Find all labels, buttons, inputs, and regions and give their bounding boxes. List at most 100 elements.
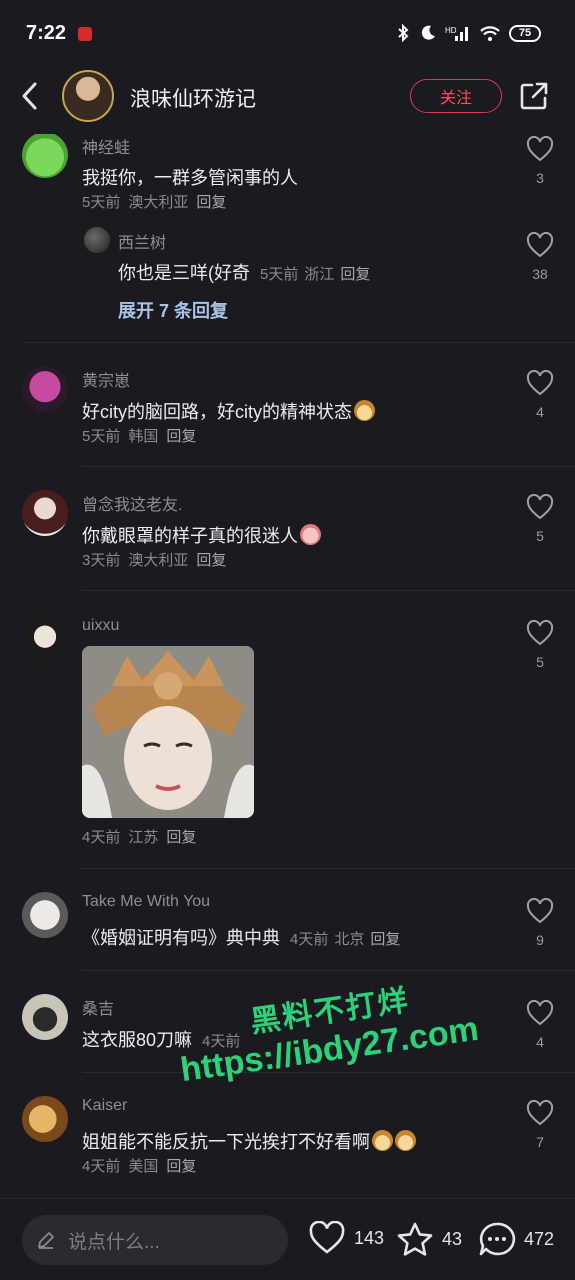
comment-meta: 5天前 澳大利亚 回复 [82,191,234,212]
heart-icon[interactable] [526,136,554,162]
dog-emoji-icon [372,1130,393,1151]
reply-button[interactable]: 回复 [196,194,226,211]
like-count: 9 [536,932,544,948]
peach-emoji-icon [300,524,321,545]
user-avatar[interactable] [22,994,68,1040]
like-count: 4 [536,1034,544,1050]
reply-text: 你也是三咩(好奇 5天前 浙江 回复 [118,259,370,285]
comment-item: Kaiser 姐姐能不能反抗一下光挨打不好看啊 4天前 美国 回复 7 [0,1094,575,1194]
header: 浪味仙环游记 关注 [0,68,575,134]
comment-time: 4天前 [202,1033,241,1050]
heart-icon[interactable] [526,1100,554,1126]
comment-meta: 4天前 江苏 回复 [82,826,204,847]
reply-button[interactable]: 回复 [196,552,226,569]
comment-input-placeholder: 说点什么... [68,1231,160,1253]
heart-icon[interactable] [526,898,554,924]
heart-icon[interactable] [308,1221,346,1255]
reply-button[interactable]: 回复 [370,931,400,948]
comment-item: 桑吉 这衣服80刀嘛 4天前 4 [0,992,575,1092]
comment-item: 神经蛙 我挺你，一群多管闲事的人 5天前 澳大利亚 回复 3 西兰树 你也是三咩(好… [0,134,575,343]
like-stat[interactable]: 143 [308,1221,384,1255]
comment-username[interactable]: Kaiser [82,1097,127,1115]
comment-text: 你戴眼罩的样子真的很迷人 [82,522,321,548]
like-count: 5 [536,654,544,670]
comment-location: 江苏 [128,829,159,846]
dog-emoji-icon [354,400,375,421]
comment-text-content: 好city的脑回路，好city的精神状态 [82,402,352,422]
comment-location: 美国 [128,1158,159,1175]
heart-icon[interactable] [526,620,554,646]
like-count: 3 [536,170,544,186]
share-icon[interactable] [518,80,550,112]
comment-meta: 4天前 北京 回复 [284,931,400,948]
comment-meta: 3天前 澳大利亚 回复 [82,549,234,570]
comment-username[interactable]: 黄宗崽 [82,367,130,391]
reply-text-content: 你也是三咩(好奇 [118,263,250,283]
heart-icon[interactable] [526,232,554,258]
divider [82,590,575,591]
reply-button[interactable]: 回复 [166,829,196,846]
like-count: 5 [536,528,544,544]
comment-text-content: 你戴眼罩的样子真的很迷人 [82,526,298,546]
comment-input[interactable]: 说点什么... [22,1215,288,1265]
like-count: 7 [536,1134,544,1150]
reply-reply-button[interactable]: 回复 [340,266,370,283]
comment-time: 4天前 [290,931,329,948]
comment-feed[interactable]: 神经蛙 我挺你，一群多管闲事的人 5天前 澳大利亚 回复 3 西兰树 你也是三咩(好… [0,134,575,1198]
comment-username[interactable]: 神经蛙 [82,134,130,158]
divider [82,970,575,971]
user-avatar[interactable] [22,134,68,178]
pencil-icon [38,1232,54,1249]
reply-username[interactable]: 西兰树 [118,229,166,253]
comment-username[interactable]: Take Me With You [82,893,210,911]
status-bar: 7:22 HD 75 [0,0,575,68]
expand-replies-button[interactable]: 展开 7 条回复 [118,297,228,323]
svg-text:HD: HD [445,26,457,35]
comment-bubble-icon[interactable] [478,1221,516,1257]
like-count: 38 [532,266,548,282]
heart-icon[interactable] [526,494,554,520]
star-total: 43 [442,1228,463,1249]
reply-user-avatar[interactable] [84,227,110,253]
back-button[interactable] [16,80,44,112]
user-avatar[interactable] [22,366,68,412]
comment-meta: 5天前 韩国 回复 [82,425,204,446]
comment-username[interactable]: 曾念我这老友. [82,491,182,515]
user-avatar[interactable] [22,892,68,938]
comment-image[interactable] [82,646,254,818]
user-avatar[interactable] [22,616,68,662]
comment-location: 北京 [334,931,365,948]
reply-button[interactable]: 回复 [166,428,196,445]
comment-text: 这衣服80刀嘛 4天前 [82,1026,240,1052]
user-avatar[interactable] [22,490,68,536]
comment-stat[interactable]: 472 [478,1221,554,1257]
reply-button[interactable]: 回复 [166,1158,196,1175]
bluetooth-icon [398,24,409,42]
comment-username[interactable]: uixxu [82,617,119,635]
comment-time: 4天前 [82,1158,121,1175]
wifi-icon [480,26,500,41]
comment-time: 4天前 [82,829,121,846]
author-avatar[interactable] [62,70,114,122]
star-icon[interactable] [396,1221,434,1257]
battery-icon: 75 [509,24,541,42]
divider [82,868,575,869]
author-name[interactable]: 浪味仙环游记 [130,83,256,113]
bottom-bar: 说点什么... 143 43 472 [0,1198,575,1280]
signal-icon: HD [445,26,468,41]
divider [82,466,575,467]
comment-username[interactable]: 桑吉 [82,995,114,1019]
comment-item: 黄宗崽 好city的脑回路，好city的精神状态 5天前 韩国 回复 4 [0,364,575,474]
user-avatar[interactable] [22,1096,68,1142]
follow-button[interactable]: 关注 [410,79,502,113]
comment-total: 472 [524,1228,555,1249]
like-count: 4 [536,404,544,420]
star-stat[interactable]: 43 [396,1221,462,1257]
comment-location: 澳大利亚 [128,194,189,211]
comment-meta: 4天前 [196,1033,240,1050]
heart-icon[interactable] [526,1000,554,1026]
heart-icon[interactable] [526,370,554,396]
comment-text: 我挺你，一群多管闲事的人 [82,168,298,188]
comment-text-content: 这衣服80刀嘛 [82,1030,193,1050]
bodhisattva-statue-photo [82,646,254,818]
